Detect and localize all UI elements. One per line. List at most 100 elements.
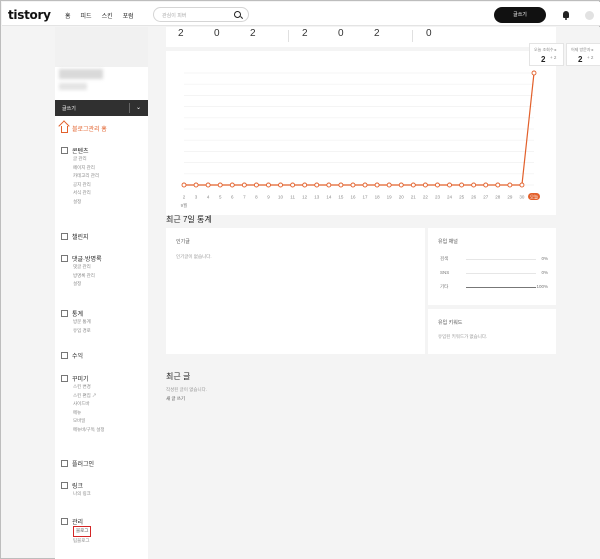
- search-input[interactable]: 관심이 피버: [153, 7, 249, 22]
- data-point[interactable]: [193, 182, 199, 188]
- data-point[interactable]: [314, 182, 320, 188]
- sidebar-item[interactable]: 방문 통계: [73, 318, 91, 327]
- data-point[interactable]: [241, 182, 247, 188]
- sidebar-item[interactable]: 카테고리 관리: [73, 172, 99, 181]
- data-point[interactable]: [398, 182, 404, 188]
- new-post-link[interactable]: 새 글 쓰기: [166, 396, 185, 402]
- sidebar-item[interactable]: 블로그: [73, 526, 92, 537]
- sidebar-item[interactable]: 설정: [73, 280, 102, 289]
- sidebar-item[interactable]: 나의 링크: [73, 490, 91, 499]
- data-point[interactable]: [326, 182, 332, 188]
- data-point[interactable]: [302, 182, 308, 188]
- data-point[interactable]: [338, 182, 344, 188]
- sidebar-item[interactable]: 스킨 편집 ↗: [73, 392, 104, 401]
- data-point[interactable]: [362, 182, 368, 188]
- sidebar-item[interactable]: 팀블로그: [73, 537, 91, 546]
- data-point[interactable]: [290, 182, 296, 188]
- sidebar-item[interactable]: 모바일: [73, 417, 104, 426]
- section-icon: [61, 375, 68, 382]
- sidebar-item-label: 카테고리 관리: [73, 173, 100, 179]
- bell-icon[interactable]: [563, 11, 569, 20]
- data-point[interactable]: [434, 182, 440, 188]
- divider: [288, 30, 289, 42]
- nav-forum[interactable]: 포럼: [123, 11, 134, 20]
- data-point[interactable]: [447, 182, 452, 188]
- x-tick-label: 25: [459, 195, 465, 200]
- sidebar-item-label: 설정: [73, 281, 82, 287]
- divider: [129, 103, 130, 113]
- visitor-chart-card: 2 3 4 5 6 7 8 9 10 11 12 13 14 15 16 17 18 19 20 21 22 23 24 25…: [166, 51, 556, 215]
- section-icon: [61, 352, 68, 359]
- data-point[interactable]: [266, 182, 271, 188]
- data-point[interactable]: [459, 182, 465, 188]
- data-point[interactable]: [471, 182, 477, 188]
- data-point[interactable]: [519, 182, 525, 188]
- nav-skin[interactable]: 스킨: [102, 11, 113, 20]
- data-point[interactable]: [410, 182, 416, 188]
- data-point[interactable]: [205, 182, 211, 188]
- data-point[interactable]: [422, 182, 428, 188]
- data-point[interactable]: [531, 70, 537, 76]
- inflow-bar-fill: [466, 286, 536, 288]
- visitor-line-chart: 2 3 4 5 6 7 8 9 10 11 12 13 14 15 16 17 18 19 20 21 22 23 24 25…: [181, 70, 540, 209]
- sidebar-section-header[interactable]: 챌린지: [61, 232, 89, 241]
- write-post-button[interactable]: 글쓰기: [494, 7, 546, 23]
- data-point[interactable]: [181, 182, 187, 188]
- blog-name-blurred: [59, 69, 103, 79]
- sidebar-item-label: 설정: [73, 198, 82, 204]
- sidebar-item[interactable]: 공지 관리: [73, 181, 99, 190]
- data-point[interactable]: [483, 182, 489, 188]
- sidebar-section-title: 통계: [72, 312, 84, 318]
- sidebar-item[interactable]: 설정: [73, 198, 99, 207]
- sidebar-section-header[interactable]: 댓글·방명록: [61, 254, 102, 263]
- sidebar-write-button[interactable]: 글쓰기 ⌄: [55, 100, 148, 116]
- sidebar-section-header[interactable]: 통계: [61, 309, 91, 318]
- data-point[interactable]: [386, 182, 392, 188]
- sidebar-section-header[interactable]: 플러그인: [61, 459, 94, 468]
- sidebar-item[interactable]: 글 관리: [73, 155, 99, 164]
- sidebar-item-home[interactable]: 블로그관리 홈: [61, 124, 107, 133]
- chevron-down-icon[interactable]: ⌄: [136, 104, 141, 111]
- today-views-card[interactable]: 오늘 조회수 ▸ 2 + 2: [529, 43, 564, 66]
- sidebar-section-header[interactable]: 관리: [61, 517, 91, 526]
- sidebar-item[interactable]: 메뉴바/구독 설정: [73, 426, 104, 435]
- data-point[interactable]: [278, 182, 284, 188]
- sidebar-section-header[interactable]: 링크: [61, 481, 91, 490]
- search-placeholder: 관심이 피버: [162, 13, 187, 19]
- nav-feed[interactable]: 피드: [81, 11, 92, 20]
- sidebar-section-title: 관리: [72, 520, 84, 526]
- x-tick-label: 9: [267, 195, 270, 200]
- inflow-keywords-card: 유입 키워드 유입된 키워드가 없습니다.: [428, 309, 556, 354]
- x-tick-label: 15: [338, 195, 344, 200]
- inflow-label: 기타: [440, 284, 449, 289]
- data-point[interactable]: [507, 182, 513, 188]
- sidebar-item[interactable]: 페이지 관리: [73, 164, 99, 173]
- data-point[interactable]: [217, 182, 223, 188]
- sidebar-item-label: 모바일: [73, 418, 86, 424]
- sidebar-item[interactable]: 메뉴: [73, 409, 104, 418]
- avatar[interactable]: [585, 11, 594, 20]
- tistory-logo[interactable]: tistory: [8, 8, 51, 22]
- sidebar-item[interactable]: 사이드바: [73, 400, 104, 409]
- x-tick-label: 20: [399, 195, 405, 200]
- section-icon: [61, 460, 68, 467]
- sidebar-section-header[interactable]: 꾸미기: [61, 374, 104, 383]
- data-point[interactable]: [229, 182, 235, 188]
- recent-empty-text: 작성된 글이 없습니다.: [166, 387, 208, 392]
- sidebar-item[interactable]: 방명록 관리: [73, 272, 102, 281]
- nav-home[interactable]: 홈: [65, 11, 71, 20]
- search-icon[interactable]: [234, 11, 241, 18]
- sidebar-item[interactable]: 유입 경로: [73, 327, 91, 336]
- sidebar-item[interactable]: 서식 관리: [73, 189, 99, 198]
- sidebar-section-header[interactable]: 수익: [61, 351, 83, 360]
- sidebar-item-label: 댓글 관리: [73, 264, 91, 269]
- sidebar-item[interactable]: 댓글 관리: [73, 263, 102, 272]
- sidebar-section-header[interactable]: 콘텐츠: [61, 146, 99, 155]
- data-point[interactable]: [350, 182, 356, 188]
- x-tick-label: 28: [495, 195, 501, 200]
- sidebar-item[interactable]: 스킨 변경: [73, 383, 104, 392]
- data-point[interactable]: [253, 182, 259, 188]
- yesterday-visitors-card[interactable]: 어제 방문자 ▸ 2 + 2: [566, 43, 600, 66]
- data-point[interactable]: [495, 182, 501, 188]
- data-point[interactable]: [374, 182, 380, 188]
